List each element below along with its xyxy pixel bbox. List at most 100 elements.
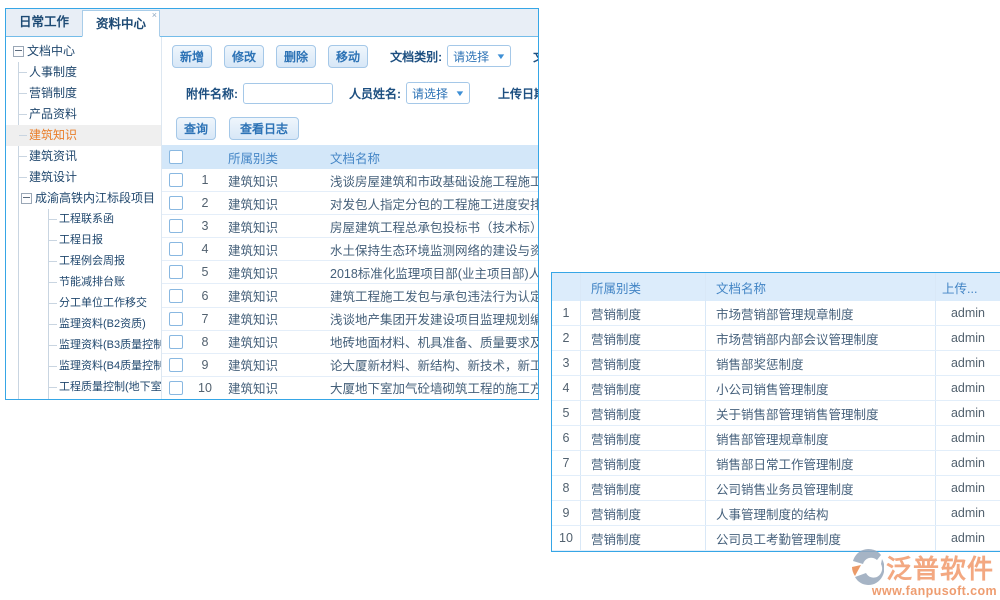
row-checkbox[interactable] xyxy=(169,173,183,187)
tree-item-building-news[interactable]: 建筑资讯 xyxy=(19,146,161,167)
chevron-down-icon: ▼ xyxy=(454,89,465,98)
row-number: 4 xyxy=(552,376,581,400)
tab-daily-work[interactable]: 日常工作 xyxy=(6,9,82,36)
table-row[interactable]: 6 营销制度 销售部管理规章制度 admin xyxy=(552,426,1000,451)
person-name-value: 请选择 xyxy=(412,85,448,102)
collapse-icon[interactable] xyxy=(21,193,32,204)
row-doc-name: 人事管理制度的结构 xyxy=(706,501,936,525)
row-number: 5 xyxy=(552,401,581,425)
fanpu-watermark: 泛普软件 www.fanpusoft.com xyxy=(850,547,998,598)
filter-toolbar: 附件名称: 人员姓名: 请选择 ▼ 上传日期 xyxy=(162,75,538,111)
tree-node-doc-center[interactable]: 文档中心 xyxy=(6,41,161,62)
add-button[interactable]: 新增 xyxy=(172,45,212,68)
row-number: 3 xyxy=(552,351,581,375)
tree-item-supervision-b3[interactable]: 监理资料(B3质量控制) xyxy=(49,335,161,356)
tree-item-building-knowledge[interactable]: 建筑知识 xyxy=(6,125,161,146)
name-column-header: 文档名称 xyxy=(706,273,936,301)
row-category: 建筑知识 xyxy=(220,355,330,374)
row-number: 9 xyxy=(552,501,581,525)
row-doc-name: 论大厦新材料、新结构、新技术，新工... xyxy=(330,355,538,374)
tree-item-label: 产品资料 xyxy=(29,104,77,125)
tree-item-contact-letter[interactable]: 工程联系函 xyxy=(49,209,161,230)
row-number: 8 xyxy=(190,335,220,349)
table-row[interactable]: 9 建筑知识 论大厦新材料、新结构、新技术，新工... xyxy=(162,354,538,377)
row-number: 1 xyxy=(190,173,220,187)
row-category: 建筑知识 xyxy=(220,309,330,328)
edit-button[interactable]: 修改 xyxy=(224,45,264,68)
row-uploader: admin xyxy=(936,381,1000,395)
person-name-select[interactable]: 请选择 ▼ xyxy=(406,82,470,104)
tree-item-label: 监理资料(B4质量控制) xyxy=(59,356,162,377)
table-row[interactable]: 7 营销制度 销售部日常工作管理制度 admin xyxy=(552,451,1000,476)
tree-item-building-design[interactable]: 建筑设计 xyxy=(19,167,161,188)
table-row[interactable]: 4 营销制度 小公司销售管理制度 admin xyxy=(552,376,1000,401)
tree-item-product-data[interactable]: 产品资料 xyxy=(19,104,161,125)
tree-item-label: 建筑资讯 xyxy=(29,146,77,167)
row-checkbox[interactable] xyxy=(169,265,183,279)
tab-data-center[interactable]: 资料中心 × xyxy=(82,10,160,37)
tree-item-marketing-policy[interactable]: 营销制度 xyxy=(19,83,161,104)
table-row[interactable]: 10 建筑知识 大厦地下室加气砼墙砌筑工程的施工方... xyxy=(162,377,538,399)
chevron-down-icon: ▼ xyxy=(496,52,507,61)
row-checkbox[interactable] xyxy=(169,381,183,395)
row-category: 营销制度 xyxy=(581,301,706,325)
row-checkbox[interactable] xyxy=(169,242,183,256)
move-button[interactable]: 移动 xyxy=(328,45,368,68)
doc-name-label: 文档名称 xyxy=(533,48,538,65)
table-row[interactable]: 2 营销制度 市场营销部内部会议管理制度 admin xyxy=(552,326,1000,351)
tree-node-label: 文档中心 xyxy=(27,41,75,62)
tree-item-hr-policy[interactable]: 人事制度 xyxy=(19,62,161,83)
tree-item-work-transfer[interactable]: 分工单位工作移交 xyxy=(49,293,161,314)
delete-button[interactable]: 删除 xyxy=(276,45,316,68)
table-row[interactable]: 2 建筑知识 对发包人指定分包的工程施工进度安排... xyxy=(162,192,538,215)
tree-item-supervision-b2[interactable]: 监理资料(B2资质) xyxy=(49,314,161,335)
tree-item-label: 工程例会周报 xyxy=(59,251,125,272)
table-row[interactable]: 3 营销制度 销售部奖惩制度 admin xyxy=(552,351,1000,376)
select-all-checkbox[interactable] xyxy=(169,150,183,164)
tree-item-quality-basement[interactable]: 工程质量控制(地下室) xyxy=(49,377,161,398)
table-row[interactable]: 8 营销制度 公司销售业务员管理制度 admin xyxy=(552,476,1000,501)
query-button[interactable]: 查询 xyxy=(176,117,216,140)
table-row[interactable]: 8 建筑知识 地砖地面材料、机具准备、质量要求及... xyxy=(162,331,538,354)
table-row[interactable]: 9 营销制度 人事管理制度的结构 admin xyxy=(552,501,1000,526)
table-row[interactable]: 4 建筑知识 水土保持生态环境监测网络的建设与资... xyxy=(162,238,538,261)
tree-item-label: 分工单位工作移交 xyxy=(59,293,147,314)
doc-category-select[interactable]: 请选择 ▼ xyxy=(447,45,511,67)
row-number: 2 xyxy=(552,326,581,350)
row-checkbox[interactable] xyxy=(169,335,183,349)
row-checkbox[interactable] xyxy=(169,196,183,210)
tree-node-project[interactable]: 成渝高铁内江标段项目 xyxy=(19,188,161,209)
tab-bar: 日常工作 资料中心 × xyxy=(6,9,538,37)
table-row[interactable]: 3 建筑知识 房屋建筑工程总承包投标书（技术标）... xyxy=(162,215,538,238)
tree-item-quality-clipped[interactable]: 工程质量控制(主体) xyxy=(49,398,161,399)
row-checkbox[interactable] xyxy=(169,289,183,303)
table-row[interactable]: 7 建筑知识 浅谈地产集团开发建设项目监理规划编... xyxy=(162,308,538,331)
tree-item-energy-ledger[interactable]: 节能减排台账 xyxy=(49,272,161,293)
tree-item-daily-report[interactable]: 工程日报 xyxy=(49,230,161,251)
tree-item-label: 工程质量控制(地下室) xyxy=(59,377,162,398)
tree-item-label: 工程联系函 xyxy=(59,209,114,230)
tree-item-weekly-meeting[interactable]: 工程例会周报 xyxy=(49,251,161,272)
row-checkbox[interactable] xyxy=(169,358,183,372)
table-row[interactable]: 5 建筑知识 2018标准化监理项目部(业主项目部)人员... xyxy=(162,261,538,284)
uploader-column-header: 上传... xyxy=(936,278,1000,297)
row-uploader: admin xyxy=(936,356,1000,370)
table-row[interactable]: 6 建筑知识 建筑工程施工发包与承包违法行为认定... xyxy=(162,284,538,307)
table-header: 所属别类 文档名称 xyxy=(162,145,538,169)
table-row[interactable]: 1 建筑知识 浅谈房屋建筑和市政基础设施工程施工... xyxy=(162,169,538,192)
tree-item-label: 工程日报 xyxy=(59,230,103,251)
tree-item-label: 监理资料(B2资质) xyxy=(59,314,146,335)
row-doc-name: 销售部奖惩制度 xyxy=(706,351,936,375)
row-uploader: admin xyxy=(936,306,1000,320)
collapse-icon[interactable] xyxy=(13,46,24,57)
row-checkbox[interactable] xyxy=(169,219,183,233)
view-log-button[interactable]: 查看日志 xyxy=(229,117,299,140)
table-row[interactable]: 1 营销制度 市场营销部管理规章制度 admin xyxy=(552,301,1000,326)
document-center-window: 日常工作 资料中心 × 文档中心 人事制度 营销制度 产品资料 建筑知识 建筑资… xyxy=(5,8,539,400)
row-category: 营销制度 xyxy=(581,526,706,550)
attachment-name-input[interactable] xyxy=(243,83,333,104)
row-checkbox[interactable] xyxy=(169,312,183,326)
table-row[interactable]: 5 营销制度 关于销售部管理销售管理制度 admin xyxy=(552,401,1000,426)
tab-close-icon[interactable]: × xyxy=(152,10,157,20)
tree-item-supervision-b4[interactable]: 监理资料(B4质量控制) xyxy=(49,356,161,377)
